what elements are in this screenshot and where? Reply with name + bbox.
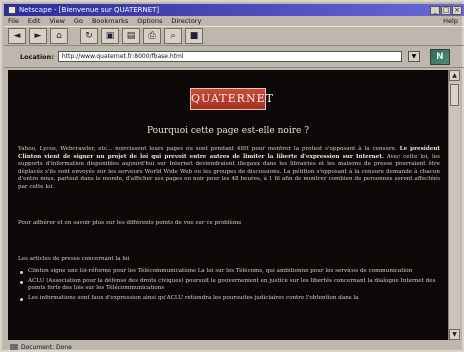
window-title: Netscape - [Bienvenue sur QUATERNET] [19, 6, 160, 14]
print-icon[interactable]: ⎙ [143, 28, 161, 44]
join-paragraph[interactable]: Pour adhérer et en savoir plus sur les d… [18, 220, 440, 228]
reload-icon[interactable]: ↻ [80, 28, 98, 44]
menu-options[interactable]: Options [137, 17, 162, 25]
menu-bar: File Edit View Go Bookmarks Options Dire… [4, 16, 464, 26]
maximize-icon[interactable]: □ [441, 5, 451, 15]
page-heading: Pourquoi cette page est-elle noire ? [146, 126, 310, 136]
back-icon[interactable]: ◄ [8, 28, 26, 44]
intro-paragraph: Yahoo, Lycos, Webcrawler, etc... noircis… [18, 146, 440, 192]
menu-bookmarks[interactable]: Bookmarks [92, 17, 128, 25]
window-controls: _ □ × [430, 5, 464, 15]
security-key-icon [10, 344, 18, 350]
page-content: QUATERNET Pourquoi cette page est-elle n… [8, 70, 448, 340]
menu-view[interactable]: View [49, 17, 64, 25]
stop-icon[interactable]: ■ [185, 28, 203, 44]
status-text: Document: Done [21, 343, 72, 351]
menu-directory[interactable]: Directory [171, 17, 201, 25]
menu-help[interactable]: Help [443, 17, 458, 25]
location-bar: Location: http://www.quaternet.fr:8000/f… [4, 46, 464, 68]
scroll-down-icon[interactable]: ▼ [449, 329, 460, 340]
list-item[interactable]: ACLU (Association pour la défense des dr… [18, 278, 440, 293]
list-item[interactable]: Clinton signe une loi-réforme pour les T… [18, 268, 440, 276]
images-icon[interactable]: ▣ [101, 28, 119, 44]
netscape-logo-icon: N [429, 48, 450, 65]
press-articles-list: Clinton signe une loi-réforme pour les T… [18, 268, 440, 304]
browser-window: Netscape - [Bienvenue sur QUATERNET] _ □… [0, 0, 464, 352]
open-icon[interactable]: ▤ [122, 28, 140, 44]
minimize-icon[interactable]: _ [430, 5, 440, 15]
list-item[interactable]: Les informations sont faux d'expression … [18, 295, 440, 303]
intro-text-start: Yahoo, Lycos, Webcrawler, etc... noircis… [18, 146, 400, 152]
press-articles-label: Les articles de presse concernant la loi [18, 256, 130, 262]
forward-icon[interactable]: ► [29, 28, 47, 44]
menu-go[interactable]: Go [74, 17, 83, 25]
scroll-up-icon[interactable]: ▲ [449, 70, 460, 81]
home-icon[interactable]: ⌂ [50, 28, 68, 44]
location-label: Location: [20, 52, 54, 61]
title-bar: Netscape - [Bienvenue sur QUATERNET] _ □… [4, 4, 464, 16]
quaternet-logo[interactable]: QUATERNET [190, 88, 273, 110]
status-bar: Document: Done [4, 342, 464, 352]
close-icon[interactable]: × [452, 5, 462, 15]
scroll-thumb[interactable] [450, 84, 459, 106]
toolbar: ◄ ► ⌂ ↻ ▣ ▤ ⎙ ⌕ ■ [4, 26, 464, 46]
app-icon [8, 6, 16, 14]
find-icon[interactable]: ⌕ [164, 28, 182, 44]
url-field[interactable]: http://www.quaternet.fr:8000/fbase.html [57, 51, 402, 62]
menu-file[interactable]: File [8, 17, 19, 25]
menu-edit[interactable]: Edit [28, 17, 41, 25]
chevron-down-icon[interactable]: ▼ [407, 51, 420, 62]
vertical-scrollbar[interactable]: ▲ ▼ [448, 70, 460, 340]
